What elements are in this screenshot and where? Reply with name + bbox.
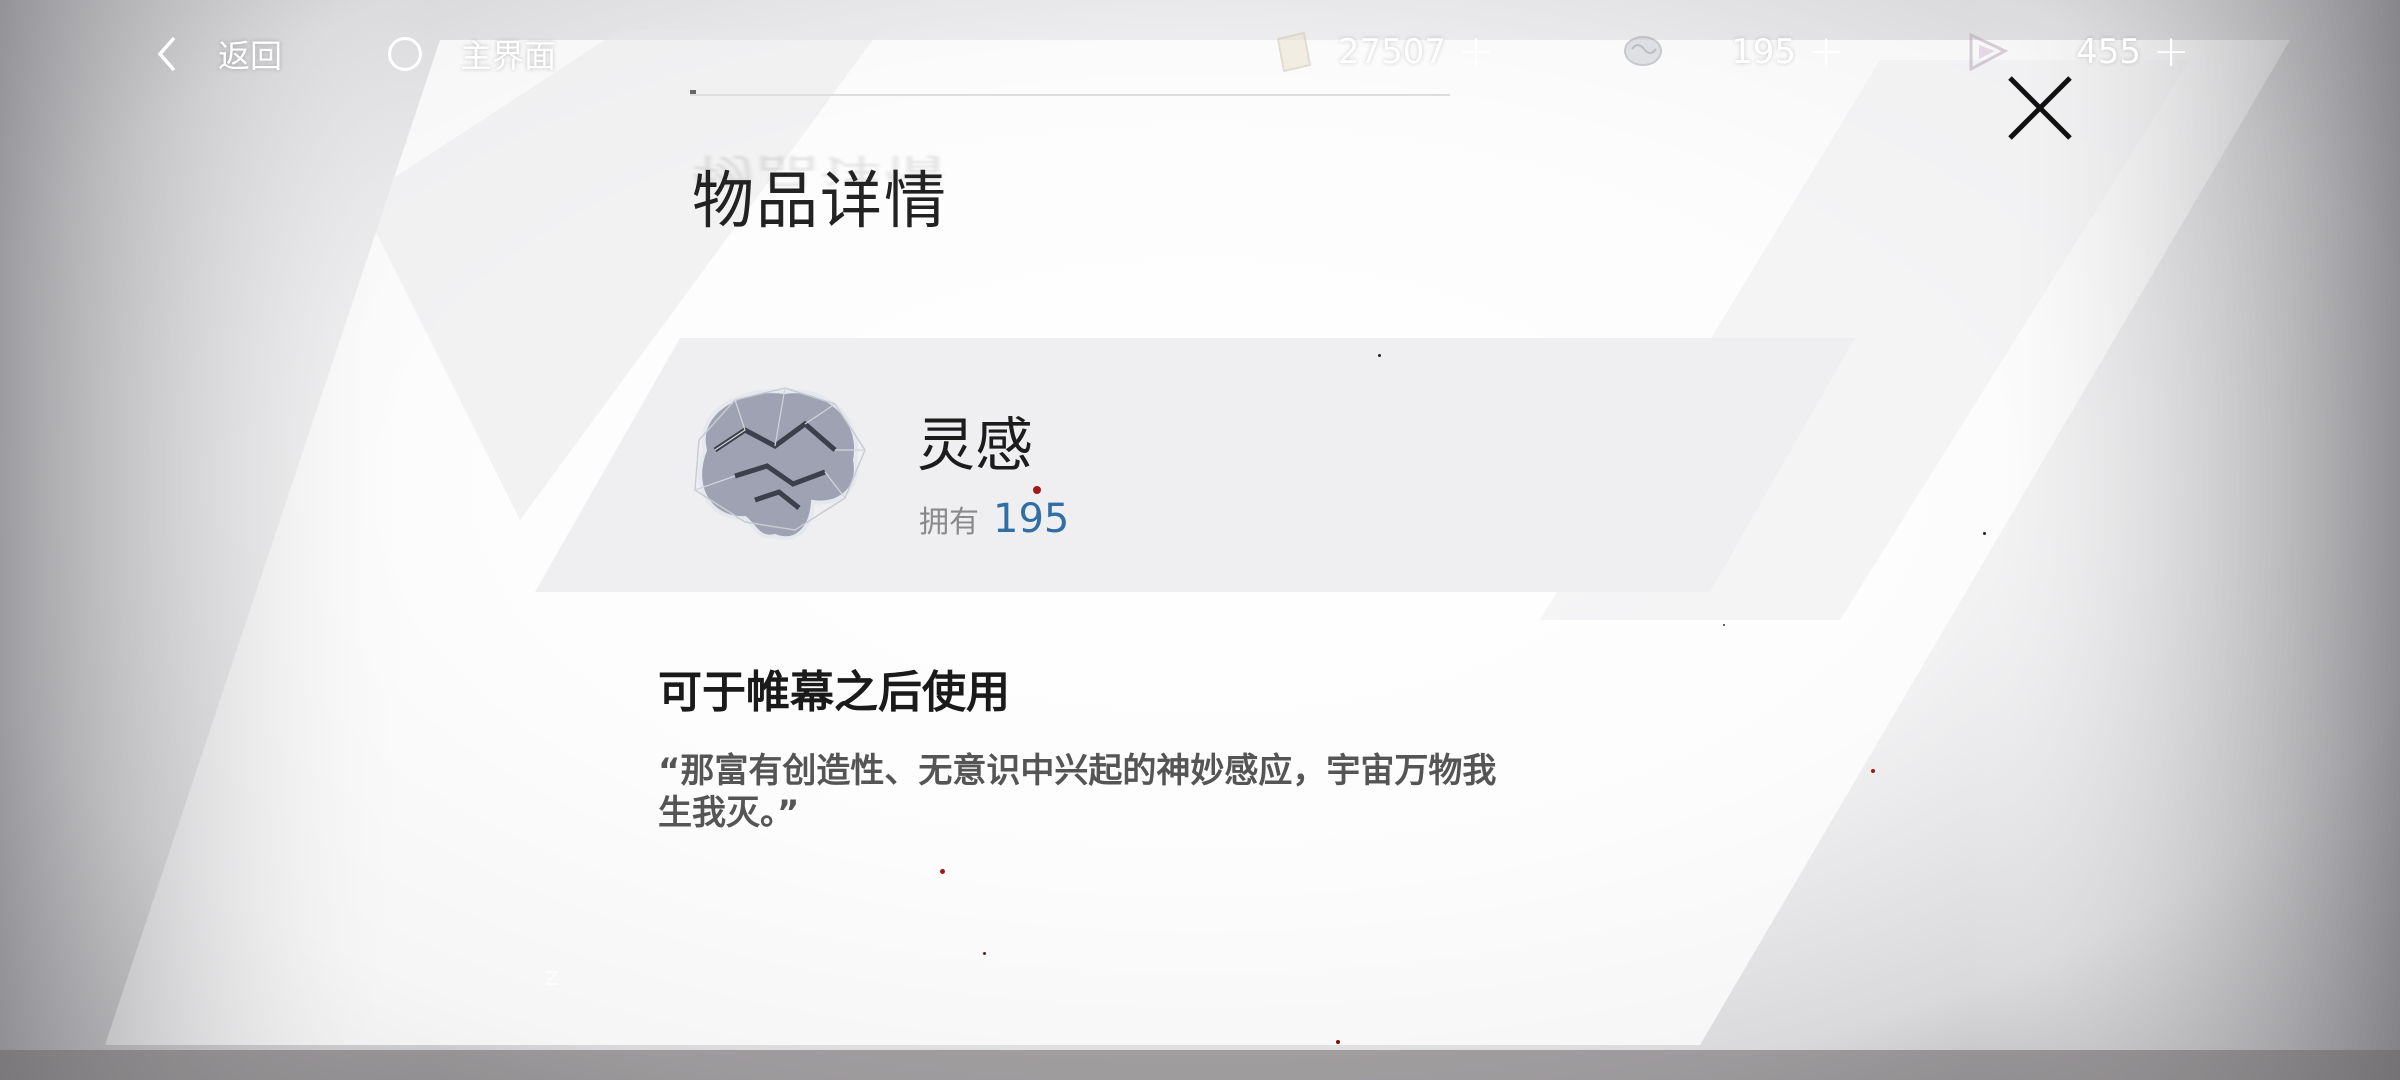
description-line: “那富有创造性、无意识中兴起的神妙感应，宇宙万物我 bbox=[658, 751, 1497, 791]
back-label: 返回 bbox=[218, 37, 283, 75]
owned-count-row: 拥有 195 bbox=[919, 496, 1069, 542]
decor-speck bbox=[1983, 532, 1986, 535]
currency-brain: 195 + bbox=[1620, 20, 1856, 84]
description-line: 生我灭。” bbox=[658, 793, 800, 833]
decor-speck bbox=[940, 869, 945, 874]
paper-currency-icon bbox=[1276, 31, 1312, 73]
decor-speck bbox=[1723, 624, 1725, 626]
brain-icon bbox=[694, 387, 866, 541]
back-button[interactable]: 返回 bbox=[150, 24, 282, 84]
page-title: 物品详情 bbox=[692, 164, 949, 237]
close-icon[interactable] bbox=[2004, 72, 2076, 144]
owned-label: 拥有 bbox=[919, 505, 979, 540]
currency-amount: 455 bbox=[2076, 32, 2141, 72]
currency-amount: 195 bbox=[1731, 32, 1796, 72]
decor-speck bbox=[1871, 769, 1875, 773]
decor-speck bbox=[1033, 486, 1041, 494]
add-crystal-button[interactable]: + bbox=[2141, 30, 2201, 74]
chevron-left-icon bbox=[157, 36, 176, 72]
owned-count: 195 bbox=[993, 496, 1070, 542]
currency-amount: 27507 bbox=[1337, 32, 1446, 72]
item-card: 灵感 拥有 195 bbox=[535, 338, 1855, 592]
add-paper-button[interactable]: + bbox=[1446, 30, 1506, 74]
decor-speck bbox=[1378, 354, 1381, 357]
decor-speck bbox=[983, 952, 986, 955]
currency-paper: 27507 + bbox=[1270, 20, 1506, 84]
home-label: 主界面 bbox=[460, 37, 557, 75]
add-brain-button[interactable]: + bbox=[1796, 30, 1856, 74]
currency-crystal: 455 + bbox=[1965, 20, 2201, 84]
decor-mark: z bbox=[545, 962, 559, 992]
home-circle-icon bbox=[388, 37, 422, 71]
item-usage: 可于帷幕之后使用 bbox=[658, 667, 1010, 718]
brain-currency-icon bbox=[1624, 36, 1662, 66]
decor-speck bbox=[1336, 1040, 1340, 1044]
crystal-currency-icon bbox=[1969, 32, 2009, 72]
home-button[interactable]: 主界面 bbox=[388, 24, 556, 84]
item-name: 灵感 bbox=[917, 411, 1034, 479]
item-description: “那富有创造性、无意识中兴起的神妙感应，宇宙万物我 生我灭。” bbox=[658, 750, 1598, 834]
